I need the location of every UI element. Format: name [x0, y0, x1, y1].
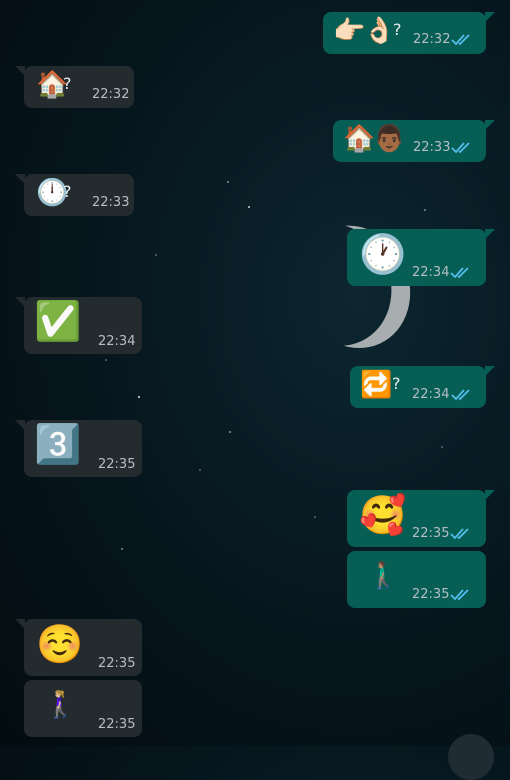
double-check-icon [450, 589, 469, 601]
message-time: 22:34 [412, 387, 450, 402]
one-oclock-emoji: 🕐 [359, 232, 407, 276]
message-bubble-outgoing[interactable]: 🕐 22:34 [347, 229, 495, 286]
pointing-hand-emoji: 👉🏻 [333, 16, 366, 46]
message-bubble-incoming[interactable]: 🕛 ? 22:33 [15, 174, 134, 216]
man-emoji: 👨🏾 [373, 124, 406, 154]
message-bubble-outgoing[interactable]: 🥰 22:35 [347, 490, 495, 547]
ok-hand-emoji: 👌🏻 [363, 16, 396, 46]
house-emoji: 🏠 [343, 124, 376, 154]
message-time: 22:35 [98, 656, 136, 671]
keycap-three-emoji: 3️⃣ [34, 422, 82, 466]
double-check-icon [451, 142, 470, 154]
man-walking-emoji: 🚶🏽‍♂️ [367, 561, 400, 591]
message-time: 22:35 [98, 717, 136, 732]
question-mark: ? [63, 74, 72, 93]
double-check-icon [451, 34, 470, 46]
double-check-icon [451, 389, 470, 401]
scroll-to-bottom-button[interactable] [448, 734, 494, 780]
message-bubble-incoming[interactable]: ✅ 22:34 [15, 297, 142, 354]
smiling-face-with-hearts-emoji: 🥰 [359, 493, 407, 537]
message-bubble-incoming[interactable]: 🏠 ? 22:32 [15, 66, 134, 108]
question-mark: ? [393, 20, 402, 39]
message-bubble-incoming[interactable]: 🚶🏼‍♀️ 22:35 [24, 680, 142, 737]
smiling-face-emoji: ☺️ [36, 622, 84, 666]
message-time: 22:32 [92, 87, 130, 102]
message-time: 22:33 [92, 195, 130, 210]
question-mark: ? [63, 182, 72, 201]
message-bubble-outgoing[interactable]: 👉🏻 👌🏻 ? 22:32 [323, 12, 495, 54]
message-time: 22:35 [412, 526, 450, 541]
repeat-emoji: 🔁 [360, 370, 393, 400]
message-bubble-outgoing[interactable]: 🔁 ? 22:34 [350, 366, 495, 408]
message-bubble-incoming[interactable]: ☺️ 22:35 [15, 619, 142, 676]
message-bubble-incoming[interactable]: 3️⃣ 22:35 [15, 420, 142, 477]
message-time: 22:35 [412, 587, 450, 602]
message-time: 22:33 [413, 140, 451, 155]
message-bubble-outgoing[interactable]: 🚶🏽‍♂️ 22:35 [347, 551, 486, 608]
double-check-icon [450, 267, 469, 279]
message-time: 22:34 [412, 265, 450, 280]
message-bubble-outgoing[interactable]: 🏠 👨🏾 22:33 [333, 120, 495, 162]
message-time: 22:32 [413, 32, 451, 47]
double-check-icon [450, 528, 469, 540]
check-mark-emoji: ✅ [34, 299, 82, 343]
message-time: 22:34 [98, 334, 136, 349]
message-time: 22:35 [98, 457, 136, 472]
woman-walking-emoji: 🚶🏼‍♀️ [44, 690, 77, 720]
question-mark: ? [392, 374, 401, 393]
